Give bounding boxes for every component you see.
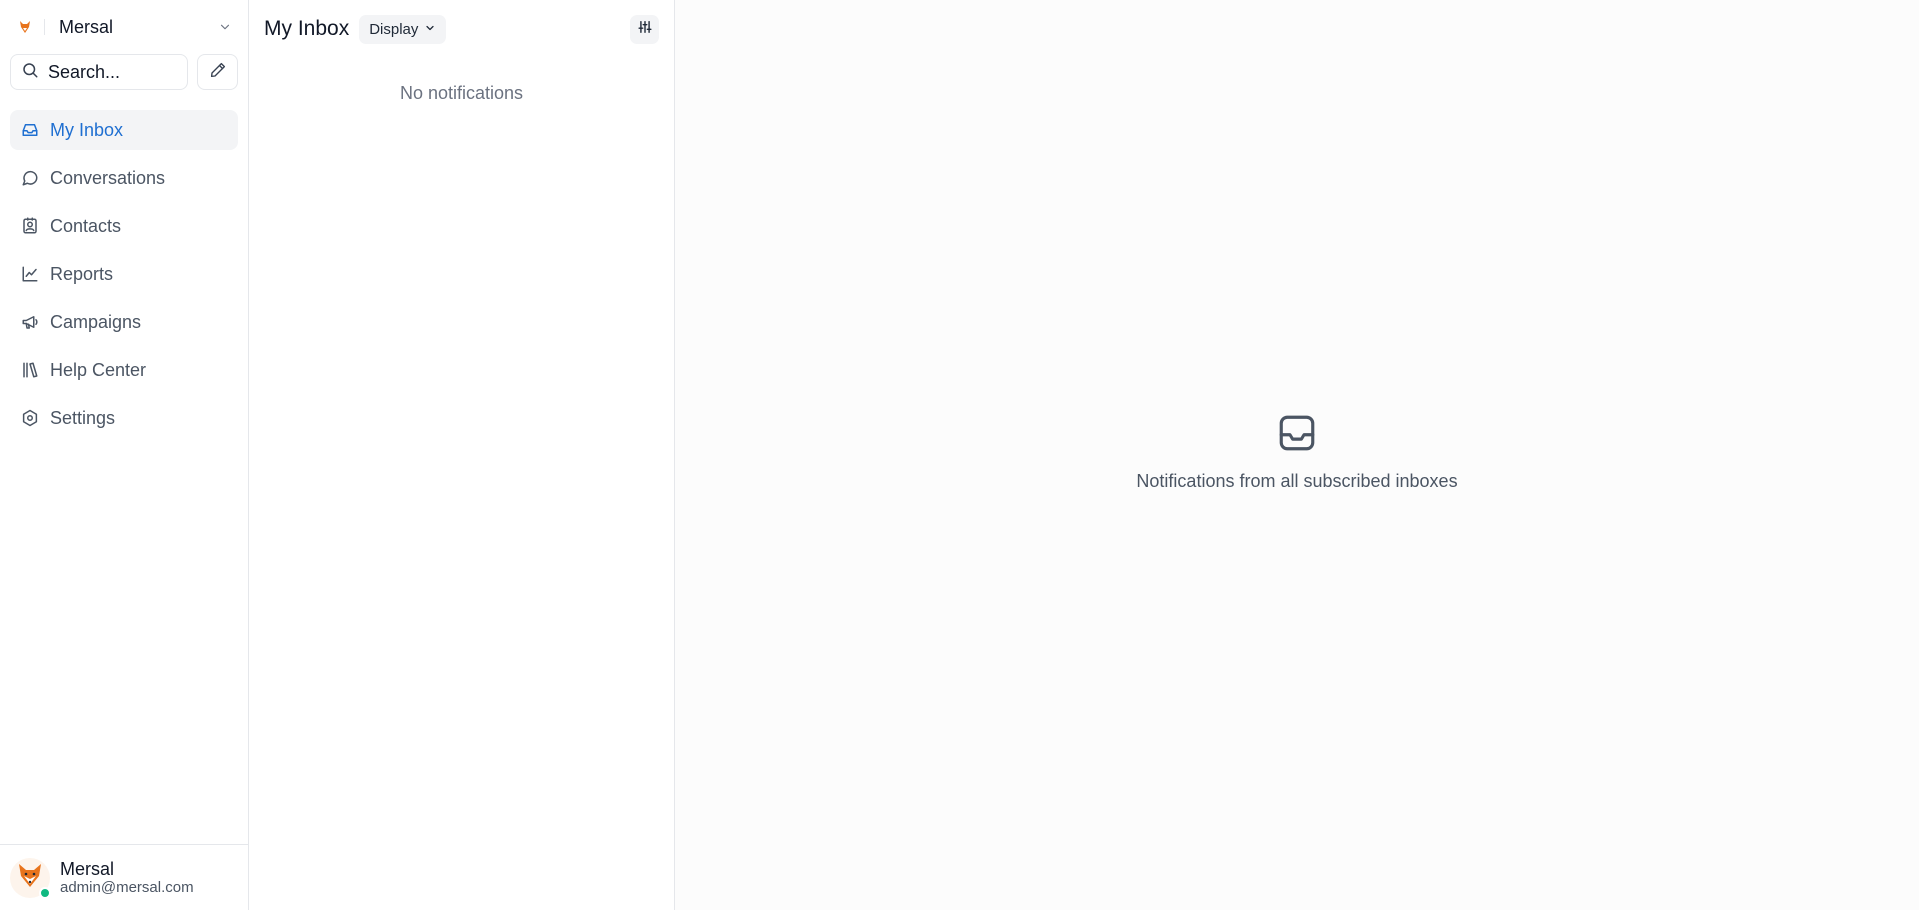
line-chart-icon	[20, 264, 40, 284]
inbox-tray-icon	[1276, 412, 1318, 459]
search-icon	[21, 61, 39, 84]
profile-name: Mersal	[60, 858, 115, 879]
sidebar-item-campaigns[interactable]: Campaigns	[10, 302, 238, 342]
inbox-header: My Inbox Display	[249, 0, 674, 58]
sidebar-nav: My Inbox Conversations Contacts Reports	[0, 110, 248, 446]
sidebar: Mersal My Inbox	[0, 0, 249, 910]
pencil-icon	[209, 61, 227, 84]
avatar	[10, 857, 51, 899]
display-dropdown-button[interactable]: Display	[359, 14, 447, 44]
online-status-badge	[39, 886, 51, 899]
sidebar-item-label: My Inbox	[50, 119, 124, 140]
filter-settings-button[interactable]	[630, 14, 659, 44]
profile-text: Mersal admin@mersal.com	[60, 859, 194, 897]
fox-logo-icon	[18, 18, 32, 36]
account-switcher[interactable]: Mersal	[0, 0, 248, 54]
user-profile[interactable]: Mersal admin@mersal.com	[0, 844, 248, 910]
search-input[interactable]	[48, 61, 177, 83]
library-icon	[20, 360, 40, 380]
sidebar-item-settings[interactable]: Settings	[10, 398, 238, 438]
chat-bubble-icon	[20, 168, 40, 188]
megaphone-icon	[20, 312, 40, 332]
brand-divider	[44, 19, 45, 35]
settings-hexagon-icon	[20, 408, 40, 428]
sidebar-item-contacts[interactable]: Contacts	[10, 206, 238, 246]
sidebar-item-reports[interactable]: Reports	[10, 254, 238, 294]
contact-card-icon	[20, 216, 40, 236]
sidebar-item-label: Campaigns	[50, 311, 142, 332]
notification-detail-area: Notifications from all subscribed inboxe…	[675, 0, 1919, 910]
sidebar-item-label: Reports	[50, 263, 114, 284]
empty-state: Notifications from all subscribed inboxe…	[1136, 412, 1458, 492]
chevron-down-icon	[424, 21, 436, 38]
sidebar-item-my-inbox[interactable]: My Inbox	[10, 110, 238, 150]
inbox-icon	[20, 120, 40, 140]
search-box[interactable]	[10, 54, 188, 90]
compose-button[interactable]	[197, 54, 238, 90]
search-row	[0, 54, 248, 90]
empty-list-message: No notifications	[399, 83, 524, 103]
profile-email: admin@mersal.com	[60, 879, 194, 897]
sidebar-item-help-center[interactable]: Help Center	[10, 350, 238, 390]
sliders-icon	[637, 20, 652, 39]
empty-state-text: Notifications from all subscribed inboxe…	[1136, 471, 1458, 491]
account-name: Mersal	[59, 16, 114, 37]
display-label: Display	[369, 20, 419, 38]
app-root: Mersal My Inbox	[0, 0, 1919, 910]
sidebar-item-label: Conversations	[50, 167, 166, 188]
page-title: My Inbox	[264, 17, 350, 40]
sidebar-item-conversations[interactable]: Conversations	[10, 158, 238, 198]
chevron-down-icon	[216, 18, 234, 36]
sidebar-item-label: Settings	[50, 407, 116, 428]
sidebar-item-label: Help Center	[50, 359, 147, 380]
inbox-list-panel: My Inbox Display No notifications	[249, 0, 675, 910]
sidebar-item-label: Contacts	[50, 215, 122, 236]
